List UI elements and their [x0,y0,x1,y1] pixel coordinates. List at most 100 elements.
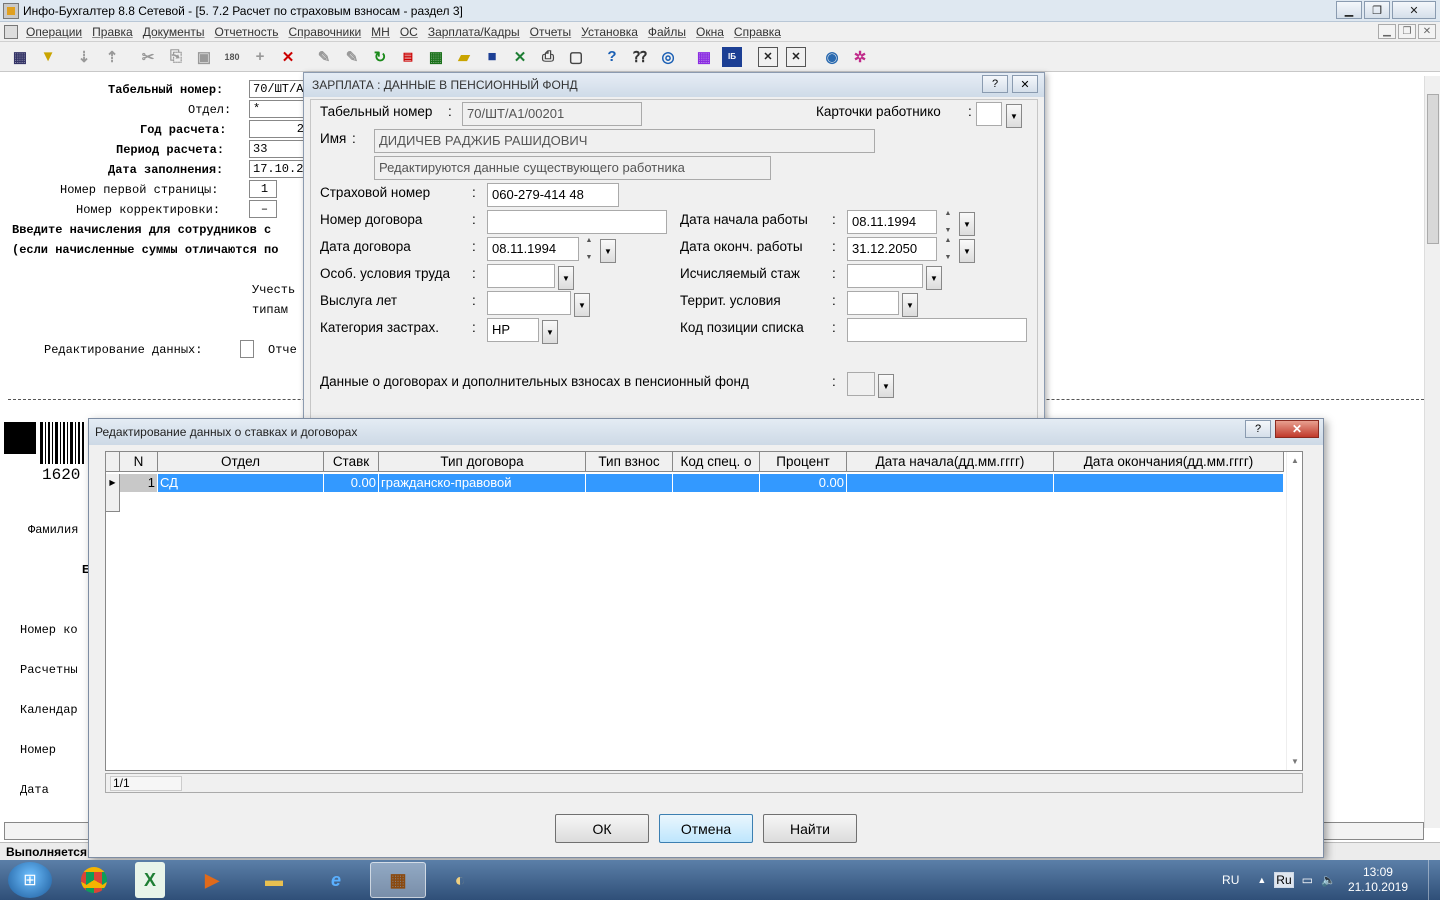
pf-contracts-dropdown[interactable]: ▼ [878,374,894,398]
pf-start-field[interactable]: 08.11.1994 [847,210,937,234]
pf-seniority-dropdown[interactable]: ▼ [574,293,590,317]
rates-grid[interactable]: N Отдел Ставк Тип договора Тип взнос Код… [105,451,1303,771]
pf-seniority-field[interactable] [487,291,571,315]
menu-reporting[interactable]: Отчетность [215,25,279,39]
pdf-icon[interactable]: ▤ [398,47,418,67]
pen-multi-icon[interactable]: ✎ [342,47,362,67]
sort-desc-icon[interactable]: ⇡ [102,47,122,67]
save-icon[interactable]: ■ [482,47,502,67]
rates-close-button[interactable]: ✕ [1275,420,1319,438]
cell-dept[interactable]: СД [158,474,324,492]
close-button[interactable]: ✕ [1392,1,1436,19]
infobuh-taskbar-icon[interactable]: ▦ [370,862,426,898]
excel-taskbar-icon[interactable]: X [135,862,165,898]
ib10-icon[interactable]: IБ [722,46,742,67]
scrollbar-thumb[interactable] [1427,94,1439,244]
cell-rate[interactable]: 0.00 [324,474,379,492]
menu-windows[interactable]: Окна [696,25,724,39]
pf-cards-field[interactable] [976,102,1002,126]
grid-icon[interactable]: ▦ [10,47,30,67]
menu-mn[interactable]: МН [371,25,390,39]
help-icon[interactable]: ? [602,47,622,67]
menu-files[interactable]: Файлы [648,25,686,39]
cancel-button[interactable]: Отмена [659,814,753,843]
context-help-icon[interactable]: ⁇ [630,47,650,67]
network-icon-tray[interactable]: ▭ [1302,873,1313,887]
pf-start-spinner[interactable]: ▲ ▼ [942,210,954,234]
paint-icon[interactable]: ◐ [432,862,488,898]
maximize-button[interactable]: ❐ [1364,1,1390,19]
pf-contract-date-dropdown[interactable]: ▼ [600,239,616,263]
language-indicator[interactable]: RU [1222,873,1239,887]
globe-icon[interactable]: ◉ [822,47,842,67]
delete-icon[interactable]: ✕ [278,47,298,67]
cell-end-date[interactable] [1054,474,1284,492]
col-percent[interactable]: Процент [760,452,847,472]
menu-help[interactable]: Справка [734,25,781,39]
pf-end-spinner[interactable]: ▲ ▼ [942,237,954,261]
correction-field[interactable]: – [249,200,277,218]
rotate-icon[interactable]: 180 [222,47,242,67]
col-contrib-type[interactable]: Тип взнос [586,452,673,472]
menu-salary[interactable]: Зарплата/Кадры [428,25,520,39]
compass-icon[interactable]: ◎ [658,47,678,67]
chrome-icon[interactable] [66,862,122,898]
tray-expand-icon[interactable]: ▲ [1257,875,1266,885]
first-page-field[interactable]: 1 [249,180,277,198]
ie-icon[interactable]: e [308,862,364,898]
close-doc-icon[interactable]: ✕ [758,46,778,67]
menu-os[interactable]: ОС [400,25,418,39]
col-spec-code[interactable]: Код спец. о [673,452,760,472]
dept-field[interactable]: * [249,100,309,118]
pf-position-code-field[interactable] [847,318,1027,342]
menu-operations[interactable]: Операции [26,25,82,39]
menu-edit[interactable]: Правка [92,25,133,39]
filter-icon[interactable]: ▼ [38,47,58,67]
rates-help-button[interactable]: ? [1245,420,1271,438]
cell-spec-code[interactable] [673,474,760,492]
pf-name-field[interactable]: ДИДИЧЕВ РАДЖИБ РАШИДОВИЧ [374,129,875,153]
ok-button[interactable]: ОК [555,814,649,843]
col-dept[interactable]: Отдел [158,452,324,472]
pen-icon[interactable]: ✎ [314,47,334,67]
pf-conditions-dropdown[interactable]: ▼ [558,266,574,290]
col-contract-type[interactable]: Тип договора [379,452,586,472]
pf-territory-dropdown[interactable]: ▼ [902,293,918,317]
scroll-up-icon[interactable]: ▲ [1291,456,1299,465]
grid-scrollbar[interactable]: ▲ ▼ [1286,452,1302,770]
keyboard-layout-indicator[interactable]: Ru [1274,872,1294,888]
cell-start-date[interactable] [847,474,1054,492]
mdi-close-button[interactable]: ✕ [1418,24,1436,39]
network-icon[interactable]: ✲ [850,47,870,67]
media-player-icon[interactable]: ▶ [184,862,240,898]
pf-cards-dropdown[interactable]: ▼ [1006,104,1022,128]
cut-icon[interactable]: ✂ [138,47,158,67]
scroll-down-icon[interactable]: ▼ [1291,757,1299,766]
excel-icon[interactable]: ✕ [510,47,530,67]
col-start-date[interactable]: Дата начала(дд.мм.гггг) [847,452,1054,472]
open-folder-icon[interactable]: ▰ [454,47,474,67]
close-all-icon[interactable]: ✕ [786,46,806,67]
print-icon[interactable]: ⎙ [538,47,558,67]
paste-icon[interactable]: ▣ [194,47,214,67]
abacus-icon[interactable]: ▦ [694,47,714,67]
preview-icon[interactable]: ▢ [566,47,586,67]
calculator-icon[interactable]: ▦ [426,47,446,67]
cell-percent[interactable]: 0.00 [760,474,847,492]
year-field[interactable]: 2 [249,120,309,138]
pf-contract-no-field[interactable] [487,210,667,234]
menu-setup[interactable]: Установка [581,25,638,39]
pf-tab-field[interactable]: 70/ШТ/А1/00201 [462,102,642,126]
pf-calc-exp-dropdown[interactable]: ▼ [926,266,942,290]
cell-contract-type[interactable]: гражданско-правовой [379,474,586,492]
pf-insurance-field[interactable]: 060-279-414 48 [487,183,619,207]
edit-data-checkbox[interactable] [240,340,254,358]
add-icon[interactable]: + [250,47,270,67]
document-scrollbar[interactable] [1424,76,1440,828]
cell-contrib-type[interactable] [586,474,673,492]
fill-date-field[interactable]: 17.10.2 [249,160,309,178]
pf-category-field[interactable]: НР [487,318,539,342]
pf-conditions-field[interactable] [487,264,555,288]
table-row[interactable]: 1 СД 0.00 гражданско-правовой 0.00 [120,474,1284,492]
col-end-date[interactable]: Дата окончания(дд.мм.гггг) [1054,452,1284,472]
